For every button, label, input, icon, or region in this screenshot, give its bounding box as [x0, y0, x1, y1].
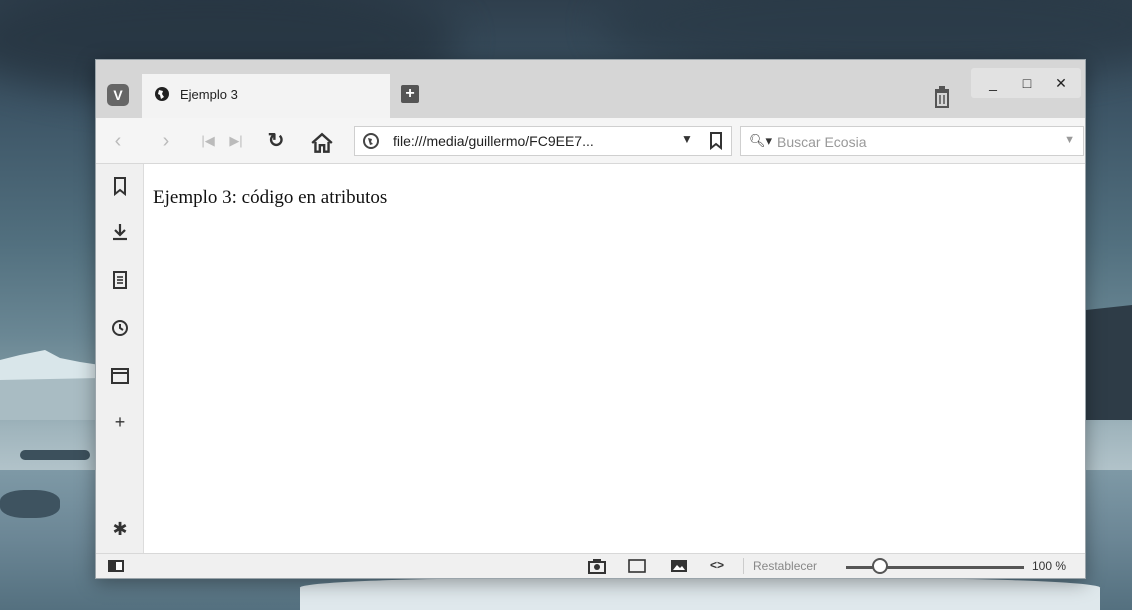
forward-icon[interactable]: ›	[154, 129, 178, 153]
notes-icon[interactable]	[110, 270, 130, 290]
history-icon[interactable]	[110, 318, 130, 338]
camera-icon[interactable]	[588, 558, 606, 574]
address-bar[interactable]: file:///media/guillermo/FC9EE7... ▼	[354, 126, 732, 156]
bookmarks-icon[interactable]	[110, 176, 130, 196]
page-heading: Ejemplo 3: código en atributos	[153, 187, 388, 208]
chevron-down-icon[interactable]: ▼	[1064, 134, 1075, 146]
site-info-icon[interactable]	[363, 133, 379, 149]
search-icon[interactable]: 🔍︎▾	[749, 133, 772, 149]
zoom-level: 100 %	[1032, 559, 1067, 573]
tile-icon[interactable]	[628, 558, 646, 574]
tab-bar: V Ejemplo 3 + _ □ ✕	[96, 60, 1085, 118]
navigation-toolbar: ‹ › |◀ ▶| ↻ file:///media/guillermo/FC9E…	[96, 118, 1085, 164]
reset-zoom-button[interactable]: Restablecer	[753, 559, 817, 573]
image-icon[interactable]	[670, 558, 688, 574]
chevron-down-icon[interactable]: ▼	[681, 132, 693, 146]
downloads-icon[interactable]	[110, 222, 130, 242]
search-input[interactable]: 🔍︎▾ Buscar Ecosia ▼	[740, 126, 1084, 156]
back-icon[interactable]: ‹	[106, 129, 130, 153]
code-icon[interactable]: <>	[710, 558, 728, 574]
minimize-button[interactable]: _	[983, 74, 1003, 92]
globe-icon	[155, 87, 169, 101]
search-placeholder: Buscar Ecosia	[777, 134, 867, 150]
reload-icon[interactable]: ↻	[264, 129, 288, 153]
page-content: Ejemplo 3: código en atributos	[144, 164, 1085, 553]
tab-ejemplo-3[interactable]: Ejemplo 3	[142, 74, 390, 118]
tab-title: Ejemplo 3	[180, 87, 238, 102]
status-separator	[743, 558, 744, 574]
add-panel-icon[interactable]: +	[110, 412, 130, 432]
vivaldi-menu-button[interactable]: V	[107, 84, 129, 106]
rewind-icon[interactable]: |◀	[196, 129, 220, 153]
bookmark-icon[interactable]	[709, 132, 723, 150]
trash-icon[interactable]	[933, 86, 951, 108]
close-button[interactable]: ✕	[1051, 74, 1071, 92]
url-text: file:///media/guillermo/FC9EE7...	[393, 133, 594, 149]
home-icon[interactable]	[310, 131, 334, 155]
browser-window: V Ejemplo 3 + _ □ ✕ ‹ › |◀ ▶| ↻ file:///…	[95, 59, 1086, 579]
side-panel: + ✱	[96, 164, 144, 553]
fast-forward-icon[interactable]: ▶|	[224, 129, 248, 153]
panel-toggle-icon[interactable]	[108, 560, 124, 572]
zoom-slider-knob[interactable]	[872, 558, 888, 574]
window-controls: _ □ ✕	[971, 68, 1081, 98]
settings-icon[interactable]: ✱	[110, 519, 130, 539]
maximize-button[interactable]: □	[1017, 74, 1037, 92]
new-tab-button[interactable]: +	[401, 85, 419, 103]
status-bar: <> Restablecer 100 %	[96, 553, 1085, 578]
window-panel-icon[interactable]	[110, 366, 130, 386]
